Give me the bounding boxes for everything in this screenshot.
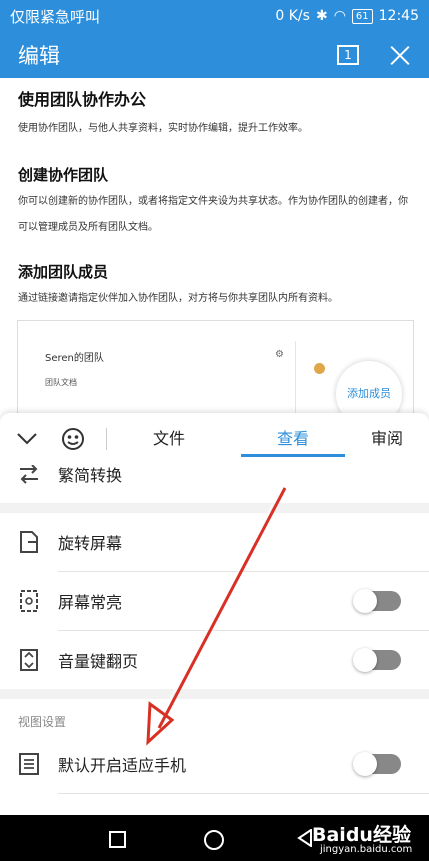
fit-phone-icon [18,753,40,775]
view-menu-panel: 繁简转换 旋转屏幕 屏幕常亮 音量键翻页 视图设置 默认开启适应手机 [0,465,429,815]
convert-icon [18,465,40,485]
section-gap [0,689,429,699]
watermark-url: jingyan.baidu.com [320,844,413,855]
settings-icon: ⚙ [275,349,284,360]
bluetooth-icon: ✱ [315,8,328,24]
recent-apps-button[interactable] [109,831,126,848]
menu-item-convert[interactable]: 繁简转换 [0,465,429,503]
close-icon[interactable] [389,44,411,66]
doc-heading: 添加团队成员 [18,263,109,281]
section-gap [0,503,429,513]
screen-on-toggle[interactable] [353,589,401,613]
document-view[interactable]: 使用团队协作办公 使用协作团队，与他人共享资料，实时协作编辑，提升工作效率。 创… [0,78,429,423]
doc-image: Seren的团队 团队文档 ⚙ 添加成员 [17,320,414,423]
carrier-text: 仅限紧急呼叫 [10,7,101,26]
clock: 12:45 [378,8,419,24]
preview-team-docs: 团队文档 [45,378,77,387]
doc-paragraph: 你可以创建新的协作团队，或者将指定文件夹设为共享状态。作为协作团队的创建者，你可… [18,196,408,233]
network-speed: 0 K/s [275,8,310,24]
screen-brightness-icon [18,590,40,612]
doc-paragraph: 通过链接邀请指定伙伴加入协作团队，对方将与你共享团队内所有资料。 [18,293,338,304]
back-button[interactable] [297,828,313,851]
status-indicators: 0 K/s ✱ ◠ 61 12:45 [275,8,419,24]
volume-page-toggle[interactable] [353,648,401,672]
system-nav-bar: Baidu经验 jingyan.baidu.com [0,815,429,861]
menu-item-volume-page[interactable]: 音量键翻页 [0,631,429,689]
chevron-down-icon[interactable] [12,424,42,454]
status-bar: 仅限紧急呼叫 0 K/s ✱ ◠ 61 12:45 [0,0,429,32]
menu-item-screen-on[interactable]: 屏幕常亮 [0,572,429,630]
watermark-brand: Baidu经验 [312,824,411,846]
menu-item-rotate-screen[interactable]: 旋转屏幕 [0,513,429,571]
rotate-screen-icon [18,531,40,553]
doc-heading: 创建协作团队 [18,166,109,184]
menu-item-label: 繁简转换 [58,466,123,485]
tab-review[interactable]: 审阅 [359,413,415,465]
page-title: 编辑 [18,44,60,68]
divider [58,793,429,794]
toggle-knob [353,589,377,613]
emoji-face-icon[interactable] [58,424,88,454]
volume-page-icon [18,649,40,671]
section-header: 视图设置 [18,715,67,729]
fit-phone-toggle[interactable] [353,752,401,776]
avatar [314,363,325,374]
preview-team-name: Seren的团队 [45,353,104,364]
title-bar: 编辑 1 [0,32,429,78]
page-count-button[interactable]: 1 [337,45,359,65]
toolbar-tabs: 文件 查看 审阅 [0,413,429,465]
home-button[interactable] [204,830,224,850]
wifi-icon: ◠ [333,8,346,24]
menu-item-label: 旋转屏幕 [58,534,123,553]
menu-item-fit-phone[interactable]: 默认开启适应手机 [0,735,429,793]
toggle-knob [353,752,377,776]
toggle-knob [353,648,377,672]
doc-paragraph: 使用协作团队，与他人共享资料，实时协作编辑，提升工作效率。 [18,123,308,134]
toolbar-separator [106,428,107,450]
tab-file[interactable]: 文件 [141,413,197,465]
tab-view[interactable]: 查看 [241,413,345,465]
preview-divider [295,341,296,421]
battery-icon: 61 [351,8,373,24]
doc-heading: 使用团队协作办公 [18,90,147,109]
